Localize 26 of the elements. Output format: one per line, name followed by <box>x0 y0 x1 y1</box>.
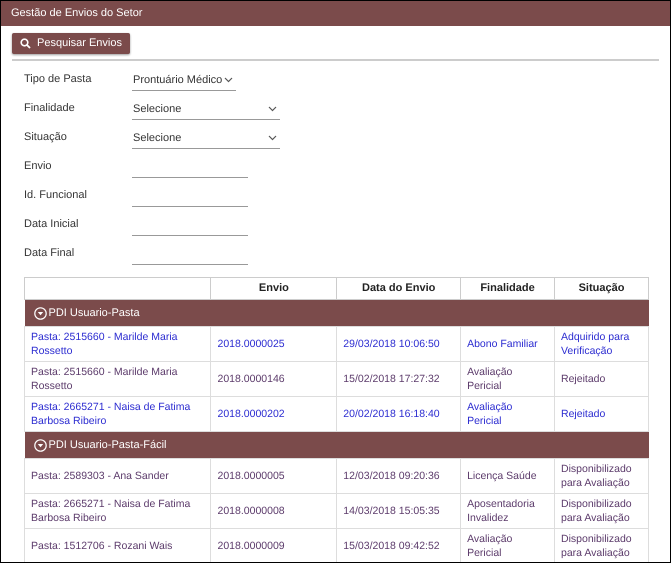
search-icon <box>20 38 31 49</box>
select-field[interactable]: Prontuário Médico <box>132 72 236 91</box>
field-label: Situação <box>24 130 68 145</box>
column-header: Data do Envio <box>336 278 461 300</box>
collapse-icon[interactable] <box>34 438 46 452</box>
chevron-icon <box>268 134 277 141</box>
select-field[interactable]: Selecione <box>132 100 280 120</box>
field-label: Envio <box>24 159 53 174</box>
group-title: PDI Usuario-Pasta-Fácil <box>48 438 166 453</box>
field-label: Tipo de Pasta <box>24 72 92 87</box>
field-label: Finalidade <box>24 101 76 116</box>
window-title: Gestão de Envios do Setor <box>11 6 142 22</box>
field-label: Id. Funcional <box>24 188 88 203</box>
select-field[interactable]: Selecione <box>132 130 280 149</box>
field-label: Data Inicial <box>24 217 80 232</box>
group-header[interactable]: PDI Usuario-Pasta-Fácil <box>24 432 648 458</box>
chevron-icon <box>224 76 233 83</box>
field-label: Data Final <box>24 246 76 261</box>
column-header: Envio <box>210 278 337 300</box>
column-header: Finalidade <box>460 278 554 300</box>
collapse-icon[interactable] <box>34 306 46 320</box>
group-title: PDI Usuario-Pasta <box>48 306 140 321</box>
search-button[interactable]: Pesquisar Envios <box>12 33 130 54</box>
column-header: Situação <box>554 278 648 300</box>
group-header[interactable]: PDI Usuario-Pasta <box>24 300 648 326</box>
chevron-icon <box>268 106 277 112</box>
